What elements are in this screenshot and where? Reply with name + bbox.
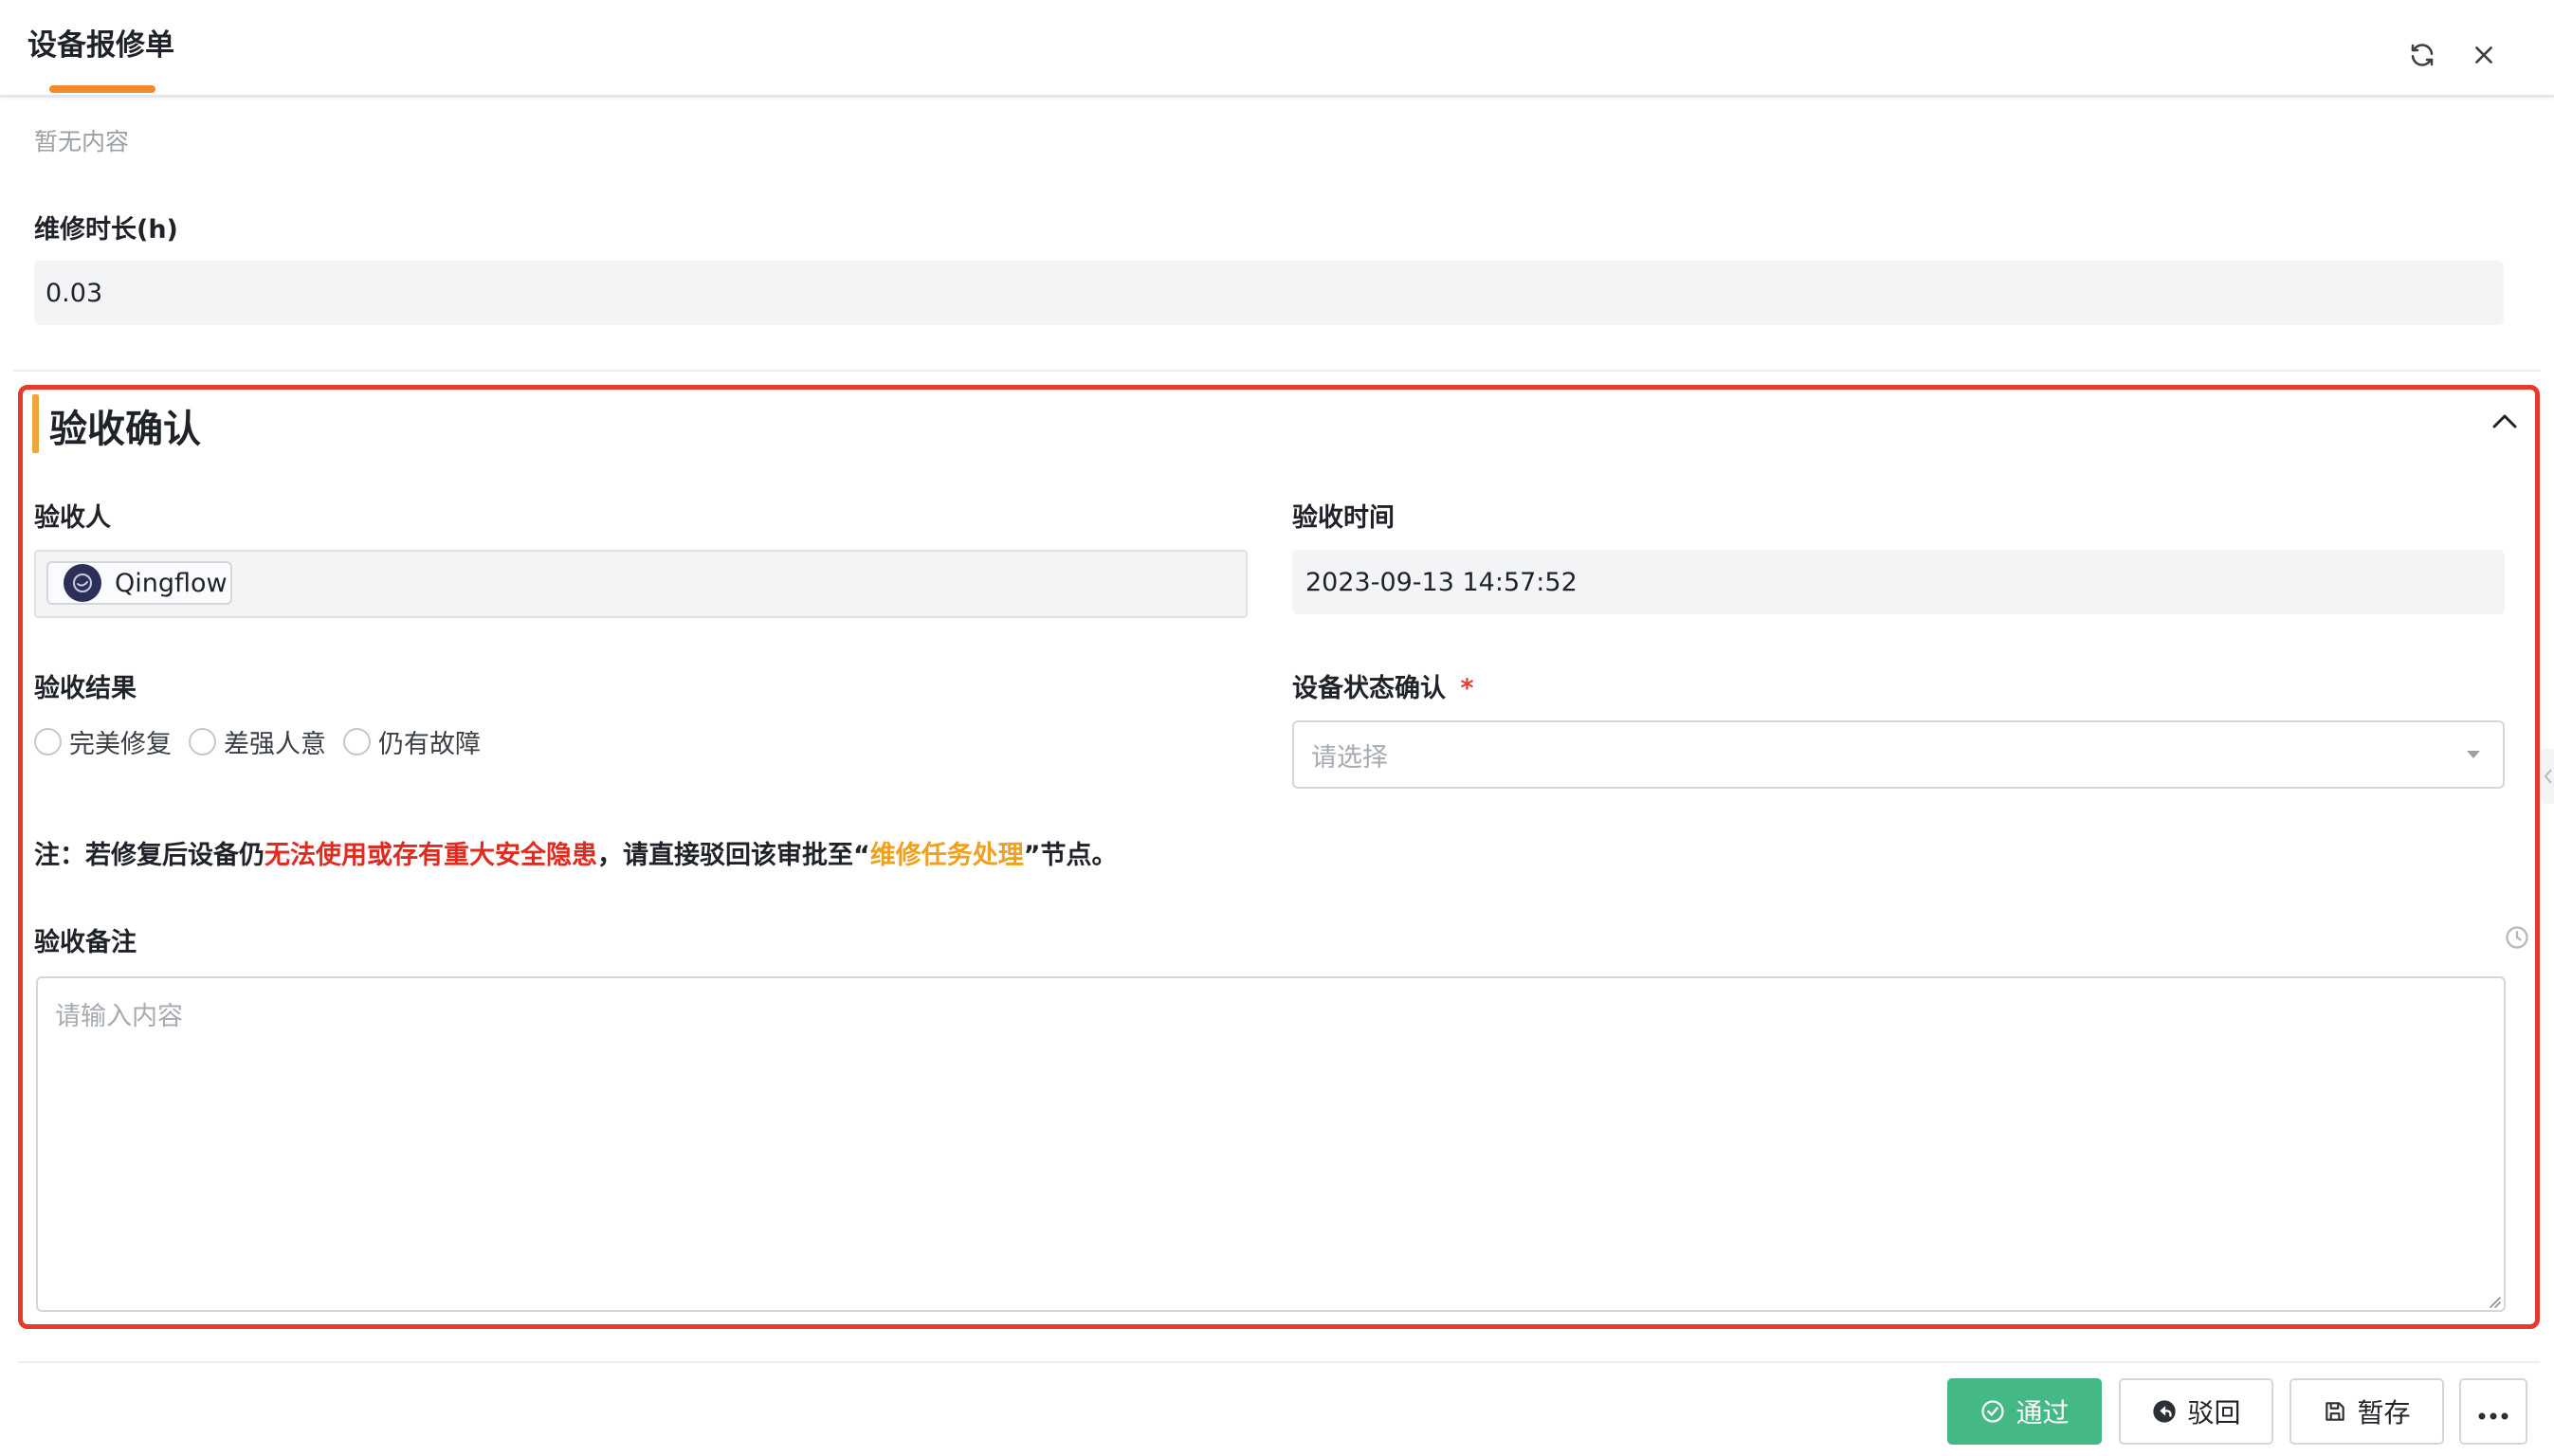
- device-status-label-text: 设备状态确认: [1292, 674, 1446, 703]
- avatar: [64, 564, 101, 602]
- radio-label: 完美修复: [69, 729, 172, 759]
- radio-option-perfect-repair[interactable]: 完美修复: [34, 723, 172, 760]
- more-options-button[interactable]: [2459, 1378, 2527, 1445]
- inspector-label: 验收人: [34, 503, 111, 533]
- note-prefix: 注：若修复后设备仍: [34, 841, 265, 870]
- close-icon[interactable]: [2465, 36, 2503, 74]
- more-dots-icon: [2477, 1396, 2509, 1428]
- device-status-label: 设备状态确认 *: [1292, 667, 1474, 704]
- save-draft-button-label: 暂存: [2357, 1397, 2411, 1429]
- history-clock-icon[interactable]: [2503, 923, 2531, 952]
- repair-duration-value: 0.03: [46, 278, 103, 308]
- reject-button[interactable]: 驳回: [2119, 1378, 2273, 1445]
- form-header: 设备报修单: [0, 0, 2554, 98]
- save-icon: [2323, 1399, 2347, 1424]
- side-panel-handle[interactable]: [2541, 749, 2554, 804]
- radio-circle[interactable]: [189, 727, 216, 755]
- inspection-result-radio-group: 完美修复 差强人意 仍有故障: [34, 723, 498, 760]
- return-arrow-icon: [2151, 1398, 2178, 1425]
- remarks-label: 验收备注: [34, 928, 137, 957]
- radio-label: 差强人意: [224, 729, 326, 759]
- inspection-time-label: 验收时间: [1292, 503, 1395, 533]
- note-highlight-orange: 维修任务处理: [869, 841, 1024, 870]
- inspection-time-field: 2023-09-13 14:57:52: [1292, 550, 2505, 614]
- acceptance-note: 注：若修复后设备仍无法使用或存有重大安全隐患，请直接驳回该审批至“维修任务处理”…: [34, 834, 1118, 871]
- save-draft-button[interactable]: 暂存: [2289, 1378, 2444, 1445]
- note-suffix: ”节点。: [1023, 841, 1118, 870]
- section-divider: [13, 370, 2541, 372]
- radio-option-acceptable[interactable]: 差强人意: [189, 723, 326, 760]
- radio-option-still-faulty[interactable]: 仍有故障: [343, 723, 481, 760]
- inspection-result-label: 验收结果: [34, 674, 137, 703]
- select-placeholder: 请选择: [1311, 742, 1388, 773]
- refresh-icon[interactable]: [2403, 36, 2441, 74]
- page-title: 设备报修单: [27, 28, 174, 63]
- active-tab-indicator: [49, 85, 155, 93]
- radio-circle[interactable]: [343, 727, 371, 755]
- member-name: Qingflow: [115, 568, 228, 598]
- caret-down-icon: [2467, 751, 2480, 758]
- note-middle: ，请直接驳回该审批至“: [597, 841, 870, 870]
- empty-content-text: 暂无内容: [34, 128, 130, 155]
- pass-button[interactable]: 通过: [1947, 1378, 2102, 1445]
- resize-grip-icon[interactable]: [2486, 1293, 2501, 1308]
- collapse-chevron-up-icon[interactable]: [2486, 402, 2524, 440]
- required-mark: *: [1460, 674, 1474, 703]
- footer-divider: [18, 1361, 2540, 1363]
- note-highlight-red: 无法使用或存有重大安全隐患: [265, 841, 597, 870]
- radio-label: 仍有故障: [378, 729, 481, 759]
- check-circle-icon: [1979, 1398, 2006, 1425]
- section-title: 验收确认: [49, 408, 201, 451]
- section-accent-bar: [32, 394, 39, 453]
- member-tag: Qingflow: [46, 561, 232, 605]
- radio-circle[interactable]: [34, 727, 62, 755]
- pass-button-label: 通过: [2016, 1397, 2070, 1429]
- remarks-textarea[interactable]: [36, 976, 2506, 1312]
- device-status-select[interactable]: 请选择: [1292, 720, 2505, 789]
- reject-button-label: 驳回: [2187, 1397, 2241, 1429]
- inspection-time-value: 2023-09-13 14:57:52: [1305, 567, 1578, 597]
- repair-duration-label: 维修时长(h): [34, 215, 178, 245]
- repair-duration-field: 0.03: [34, 261, 2504, 325]
